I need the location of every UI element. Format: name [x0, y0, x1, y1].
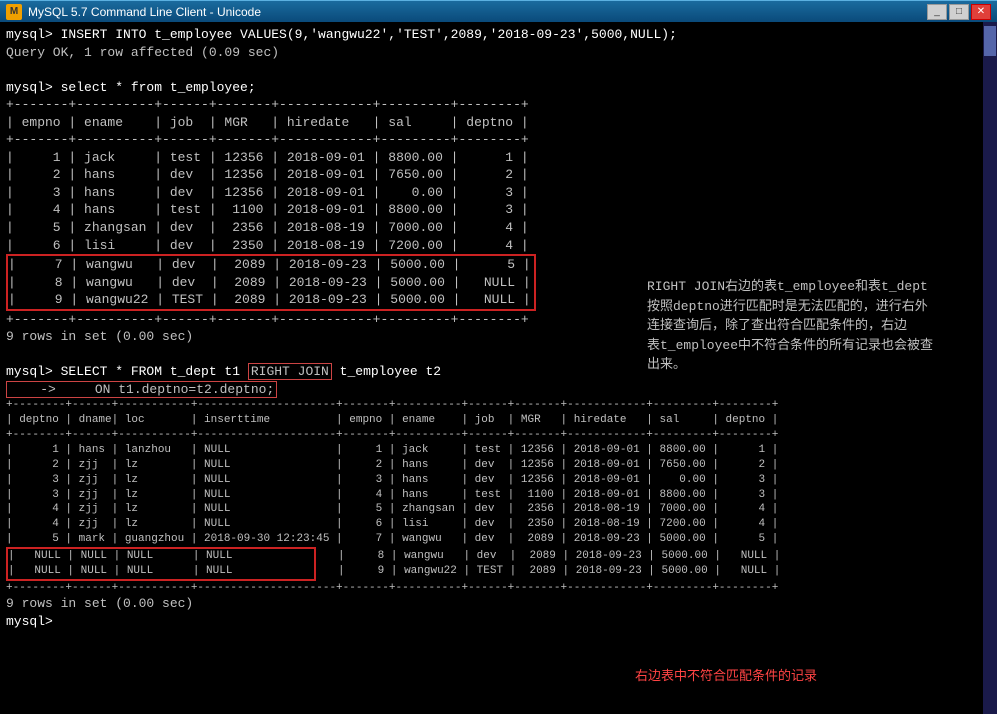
table1-row1: | 1 | jack | test | 12356 | 2018-09-01 |… — [6, 149, 991, 167]
bottom-annotation: 右边表中不符合匹配条件的记录 — [635, 668, 817, 686]
table2-mid-sep: +--------+------+-----------+-----------… — [6, 428, 991, 443]
final-prompt: mysql> — [6, 613, 991, 631]
table2-header: | deptno | dname| loc | inserttime | emp… — [6, 413, 991, 428]
maximize-button[interactable]: □ — [949, 4, 969, 20]
on-clause: -> ON t1.deptno=t2.deptno; — [6, 381, 277, 398]
annotation-line1: RIGHT JOIN右边的表t_employee和表t_dept — [647, 279, 928, 294]
table2-row1: | 1 | hans | lanzhou | NULL | 1 | jack |… — [6, 443, 991, 458]
table2-row9: | NULL | NULL | NULL | NULL | 9 | wangwu… — [8, 564, 314, 579]
table1-outlined-section: | 7 | wangwu | dev | 2089 | 2018-09-23 |… — [6, 254, 536, 311]
bottom-annotation-text: 右边表中不符合匹配条件的记录 — [635, 669, 817, 684]
annotation-box: RIGHT JOIN右边的表t_employee和表t_dept 按照deptn… — [647, 277, 987, 375]
select-cmd2a: mysql> SELECT * FROM t_dept t1 — [6, 364, 248, 379]
table2-row8: | NULL | NULL | NULL | NULL | 8 | wangwu… — [8, 549, 314, 564]
table1-row6: | 6 | lisi | dev | 2350 | 2018-08-19 | 7… — [6, 237, 991, 255]
terminal[interactable]: mysql> INSERT INTO t_employee VALUES(9,'… — [0, 22, 997, 714]
annotation-line2: 按照deptno进行匹配时是无法匹配的，进行右外 — [647, 299, 928, 314]
insert-cmd: mysql> INSERT INTO t_employee VALUES(9,'… — [6, 26, 991, 44]
right-join-keyword: RIGHT JOIN — [248, 363, 332, 380]
annotation-line3: 连接查询后，除了查出符合匹配条件的，右边 — [647, 318, 907, 333]
table1-row3: | 3 | hans | dev | 12356 | 2018-09-01 | … — [6, 184, 991, 202]
table2-row2: | 2 | zjj | lz | NULL | 2 | hans | dev |… — [6, 458, 991, 473]
right-join-label: RIGHT JOIN — [251, 364, 329, 379]
table1-row7: | 7 | wangwu | dev | 2089 | 2018-09-23 |… — [8, 256, 534, 274]
app-icon: M — [6, 4, 22, 20]
table1-row8: | 8 | wangwu | dev | 2089 | 2018-09-23 |… — [8, 274, 534, 292]
window-controls[interactable]: _ □ ✕ — [927, 4, 991, 20]
select-cmd2c: -> ON t1.deptno=t2.deptno; — [6, 381, 991, 399]
table2-row3: | 3 | zjj | lz | NULL | 3 | hans | dev |… — [6, 473, 991, 488]
table2-bot-sep: +--------+------+-----------+-----------… — [6, 581, 991, 596]
query-ok: Query OK, 1 row affected (0.09 sec) — [6, 44, 991, 62]
table1-row9: | 9 | wangwu22 | TEST | 2089 | 2018-09-2… — [8, 291, 534, 309]
table1-header: | empno | ename | job | MGR | hiredate |… — [6, 114, 991, 132]
table1-row2: | 2 | hans | dev | 12356 | 2018-09-01 | … — [6, 166, 991, 184]
minimize-button[interactable]: _ — [927, 4, 947, 20]
table2-row6: | 4 | zjj | lz | NULL | 6 | lisi | dev |… — [6, 517, 991, 532]
select-cmd1: mysql> select * from t_employee; — [6, 79, 991, 97]
table1-top-sep: +-------+----------+------+-------+-----… — [6, 96, 991, 114]
table1-row5: | 5 | zhangsan | dev | 2356 | 2018-08-19… — [6, 219, 991, 237]
annotation-line4: 表t_employee中不符合条件的所有记录也会被查 — [647, 338, 933, 353]
table2-row5: | 4 | zjj | lz | NULL | 5 | zhangsan | d… — [6, 502, 991, 517]
table2-top-sep: +--------+------+-----------+-----------… — [6, 398, 991, 413]
close-button[interactable]: ✕ — [971, 4, 991, 20]
table1-row4: | 4 | hans | test | 1100 | 2018-09-01 | … — [6, 201, 991, 219]
table2-null-rows: | NULL | NULL | NULL | NULL | 8 | wangwu… — [6, 547, 316, 581]
table1-mid-sep: +-------+----------+------+-------+-----… — [6, 131, 991, 149]
select-cmd2b: t_employee t2 — [332, 364, 441, 379]
table2-row4: | 3 | zjj | lz | NULL | 4 | hans | test … — [6, 488, 991, 503]
annotation-line5: 出来。 — [647, 357, 686, 372]
window-title: MySQL 5.7 Command Line Client - Unicode — [28, 5, 261, 19]
title-bar: M MySQL 5.7 Command Line Client - Unicod… — [0, 0, 997, 22]
rows-msg2: 9 rows in set (0.00 sec) — [6, 595, 991, 613]
table2-row7: | 5 | mark | guangzhou | 2018-09-30 12:2… — [6, 532, 991, 547]
